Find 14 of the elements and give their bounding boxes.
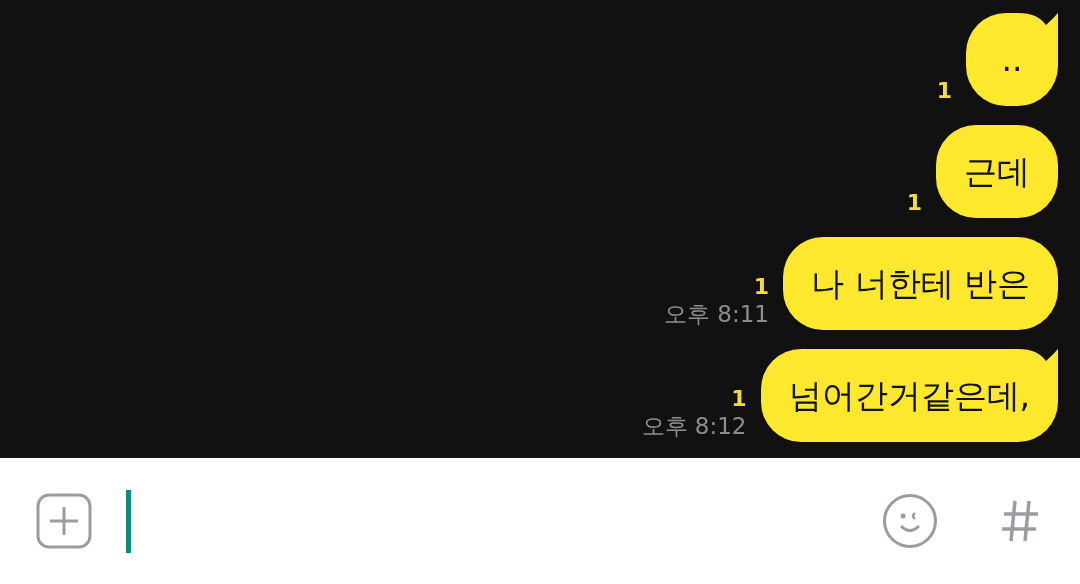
unread-count: 1 — [936, 78, 952, 104]
message-time: 오후 8:11 — [664, 300, 769, 328]
message-bubble: 넘어간거같은데, — [760, 349, 1058, 442]
smiley-icon[interactable] — [882, 493, 938, 549]
hashtag-icon[interactable] — [1000, 499, 1040, 543]
unread-count: 1 — [731, 386, 747, 412]
unread-count: 1 — [906, 190, 922, 216]
bubble-tail-icon — [1018, 13, 1058, 53]
message-bubble: 근데 — [936, 125, 1058, 218]
message-bubble: 나 너한테 반은 — [783, 237, 1058, 330]
add-icon[interactable] — [36, 493, 92, 549]
unread-count: 1 — [753, 274, 769, 300]
message-time: 오후 8:12 — [641, 412, 747, 440]
message-bubble: .. — [966, 13, 1058, 106]
